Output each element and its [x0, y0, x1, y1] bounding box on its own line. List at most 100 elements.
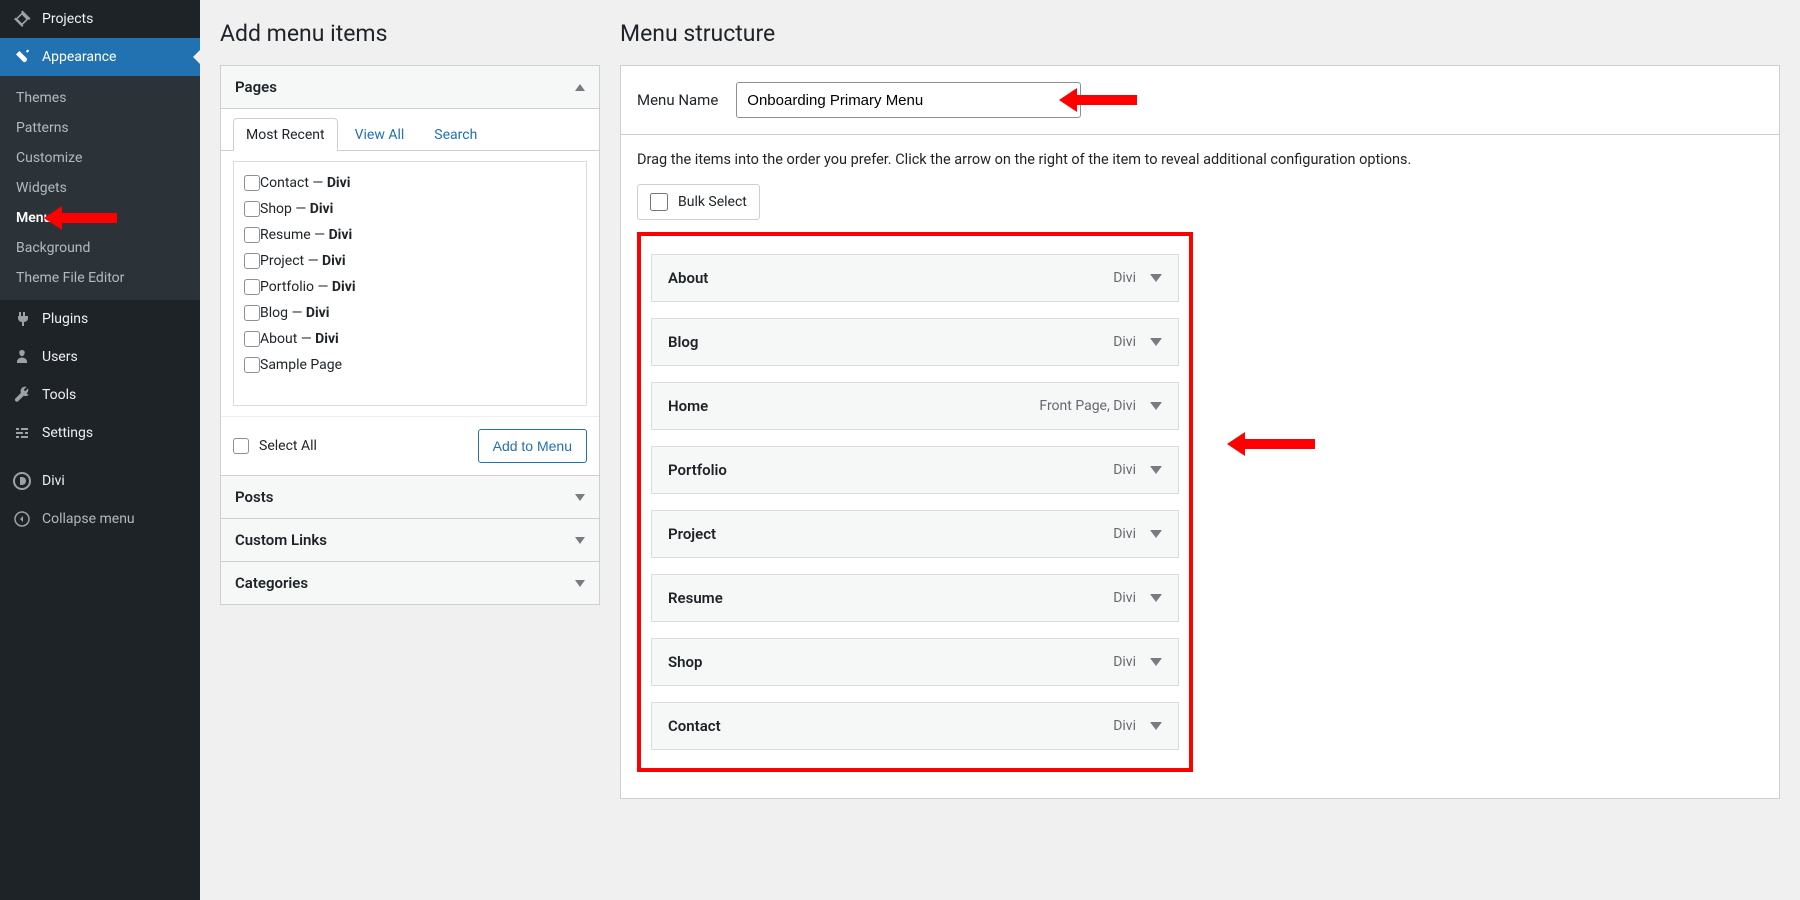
page-label: Blog — Divi — [260, 305, 329, 321]
sidebar-collapse[interactable]: Collapse menu — [0, 500, 200, 538]
sidebar-item-projects[interactable]: Projects — [0, 0, 200, 38]
menu-item[interactable]: Project Divi — [651, 510, 1179, 558]
menu-item-meta: Divi — [1113, 654, 1162, 670]
add-to-menu-button[interactable]: Add to Menu — [478, 429, 587, 463]
caret-down-icon[interactable] — [1150, 274, 1162, 282]
page-checkbox-item[interactable]: About — Divi — [244, 326, 576, 352]
page-checkbox-item[interactable]: Shop — Divi — [244, 196, 576, 222]
checkbox[interactable] — [244, 201, 260, 217]
posts-metabox: Posts — [220, 476, 600, 519]
pages-tabs: Most Recent View All Search — [221, 109, 599, 151]
menu-item-meta: Divi — [1113, 334, 1162, 350]
categories-metabox: Categories — [220, 562, 600, 605]
tab-view-all[interactable]: View All — [342, 118, 418, 151]
custom-links-metabox-toggle[interactable]: Custom Links — [221, 519, 599, 561]
sidebar-item-settings[interactable]: Settings — [0, 414, 200, 452]
sidebar-item-divi[interactable]: Divi — [0, 462, 200, 500]
sidebar-item-label: Tools — [42, 387, 76, 403]
brush-icon — [12, 47, 32, 67]
posts-metabox-toggle[interactable]: Posts — [221, 476, 599, 518]
pages-list[interactable]: Contact — Divi Shop — Divi Resume — Divi Pr… — [233, 161, 587, 406]
sidebar-item-users[interactable]: Users — [0, 338, 200, 376]
sub-theme-file-editor[interactable]: Theme File Editor — [0, 263, 200, 293]
menu-item-type: Divi — [1113, 526, 1136, 542]
page-checkbox-item[interactable]: Contact — Divi — [244, 170, 576, 196]
menu-item-name: Home — [668, 397, 708, 415]
pages-metabox-toggle[interactable]: Pages — [221, 66, 599, 109]
caret-down-icon[interactable] — [1150, 594, 1162, 602]
menu-item-type: Divi — [1113, 462, 1136, 478]
checkbox[interactable] — [244, 227, 260, 243]
sidebar-item-label: Settings — [42, 425, 93, 441]
menu-item[interactable]: AboutDivi — [651, 254, 1179, 302]
sub-background[interactable]: Background — [0, 233, 200, 263]
plug-icon — [12, 309, 32, 329]
menu-item-type: Divi — [1113, 334, 1136, 350]
menu-item-type: Divi — [1113, 654, 1136, 670]
menu-item-meta: Divi — [1113, 270, 1162, 286]
menu-name-bar: Menu Name — [620, 65, 1780, 135]
admin-sidebar: Projects Appearance Themes Patterns Cust… — [0, 0, 200, 900]
checkbox[interactable] — [244, 175, 260, 191]
page-checkbox-item[interactable]: Sample Page — [244, 352, 576, 378]
menu-item-type: Divi — [1113, 590, 1136, 606]
menu-item-meta: Divi — [1113, 462, 1162, 478]
caret-down-icon[interactable] — [1150, 338, 1162, 346]
bulk-select[interactable]: Bulk Select — [637, 184, 760, 220]
menu-body: Drag the items into the order you prefer… — [620, 135, 1780, 799]
menu-item[interactable]: Resume Divi — [651, 574, 1179, 622]
checkbox[interactable] — [244, 331, 260, 347]
caret-down-icon[interactable] — [1150, 530, 1162, 538]
menu-item-meta: Divi — [1113, 718, 1162, 734]
checkbox[interactable] — [244, 279, 260, 295]
sub-menus[interactable]: Menus — [0, 203, 200, 233]
caret-down-icon[interactable] — [1150, 402, 1162, 410]
menu-help-text: Drag the items into the order you prefer… — [637, 151, 1763, 168]
collapse-icon — [12, 509, 32, 529]
page-checkbox-item[interactable]: Project — Divi — [244, 248, 576, 274]
tab-most-recent[interactable]: Most Recent — [233, 118, 338, 151]
sidebar-item-plugins[interactable]: Plugins — [0, 300, 200, 338]
menu-item-name: Project — [668, 525, 716, 543]
sidebar-item-appearance[interactable]: Appearance — [0, 38, 200, 76]
checkbox[interactable] — [244, 357, 260, 373]
sub-widgets[interactable]: Widgets — [0, 173, 200, 203]
sub-themes[interactable]: Themes — [0, 83, 200, 113]
checkbox[interactable] — [244, 253, 260, 269]
page-checkbox-item[interactable]: Blog — Divi — [244, 300, 576, 326]
menu-item[interactable]: Shop Divi — [651, 638, 1179, 686]
select-all-pages[interactable]: Select All — [233, 438, 317, 454]
annotation-arrow-icon — [1059, 88, 1137, 112]
menu-items-highlight: AboutDivi BlogDivi HomeFront Page, Divi Por… — [637, 232, 1193, 772]
menu-item-type: Divi — [1113, 270, 1136, 286]
categories-metabox-toggle[interactable]: Categories — [221, 562, 599, 604]
menu-item[interactable]: PortfolioDivi — [651, 446, 1179, 494]
menu-item-name: Resume — [668, 589, 723, 607]
annotation-arrow-icon — [1227, 432, 1315, 456]
menu-item-name: Shop — [668, 653, 702, 671]
sub-patterns[interactable]: Patterns — [0, 113, 200, 143]
page-label: Shop — Divi — [260, 201, 333, 217]
checkbox[interactable] — [244, 305, 260, 321]
menu-item-type: Divi — [1113, 718, 1136, 734]
menu-item[interactable]: BlogDivi — [651, 318, 1179, 366]
caret-down-icon[interactable] — [1150, 722, 1162, 730]
menu-name-input[interactable] — [736, 82, 1081, 118]
page-checkbox-item[interactable]: Resume — Divi — [244, 222, 576, 248]
page-label: Project — Divi — [260, 253, 346, 269]
page-checkbox-item[interactable]: Portfolio — Divi — [244, 274, 576, 300]
sidebar-item-label: Collapse menu — [42, 511, 135, 527]
user-icon — [12, 347, 32, 367]
menu-item[interactable]: ContactDivi — [651, 702, 1179, 750]
caret-down-icon[interactable] — [1150, 466, 1162, 474]
custom-links-metabox: Custom Links — [220, 519, 600, 562]
tab-search[interactable]: Search — [421, 118, 490, 151]
menu-item-meta: Divi — [1113, 526, 1162, 542]
sub-customize[interactable]: Customize — [0, 143, 200, 173]
caret-down-icon[interactable] — [1150, 658, 1162, 666]
sidebar-item-tools[interactable]: Tools — [0, 376, 200, 414]
bulk-select-checkbox[interactable] — [650, 193, 668, 211]
pages-metabox: Pages Most Recent View All Search Contac… — [220, 65, 600, 476]
caret-up-icon — [575, 84, 585, 91]
menu-item[interactable]: HomeFront Page, Divi — [651, 382, 1179, 430]
